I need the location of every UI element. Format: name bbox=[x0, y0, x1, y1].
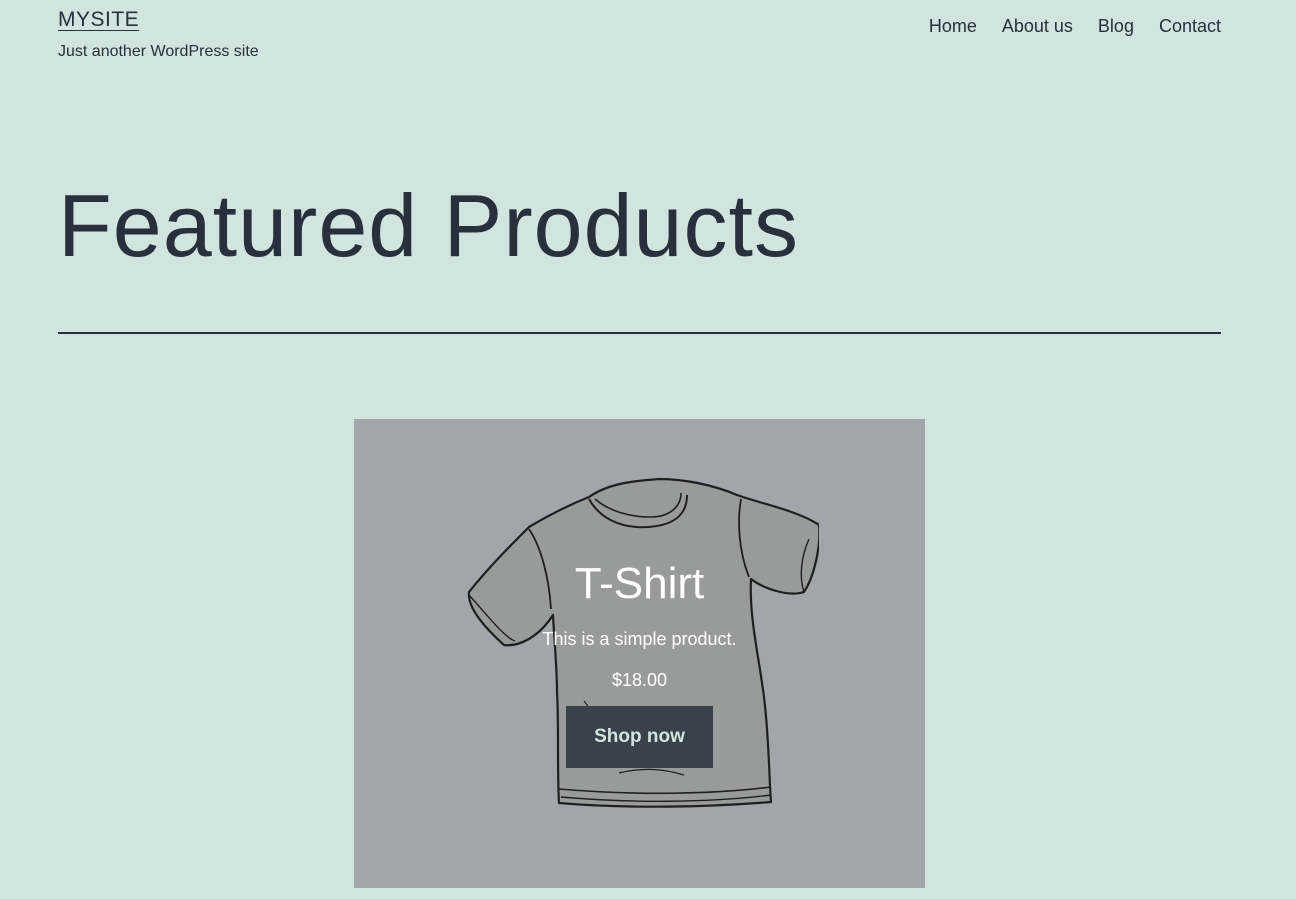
nav-item-contact[interactable]: Contact bbox=[1159, 16, 1221, 37]
product-price: $18.00 bbox=[611, 670, 668, 690]
site-header: MYSITE Just another WordPress site Home … bbox=[58, 8, 1221, 68]
page-title: Featured Products bbox=[58, 176, 799, 275]
product-name: T-Shirt bbox=[574, 559, 705, 608]
site-title-link[interactable]: MYSITE bbox=[58, 8, 139, 32]
product-cover: T-Shirt This is a simple product. $18.00… bbox=[354, 419, 925, 888]
shop-now-button[interactable]: Shop now bbox=[566, 706, 713, 768]
site-tagline: Just another WordPress site bbox=[58, 43, 259, 60]
nav-item-about-us[interactable]: About us bbox=[1002, 16, 1073, 37]
nav-item-blog[interactable]: Blog bbox=[1098, 16, 1134, 37]
cover-content: T-Shirt This is a simple product. $18.00… bbox=[354, 419, 925, 888]
primary-navigation: Home About us Blog Contact bbox=[929, 16, 1221, 37]
product-description: This is a simple product. bbox=[542, 629, 737, 649]
title-divider bbox=[58, 332, 1221, 334]
nav-item-home[interactable]: Home bbox=[929, 16, 977, 37]
